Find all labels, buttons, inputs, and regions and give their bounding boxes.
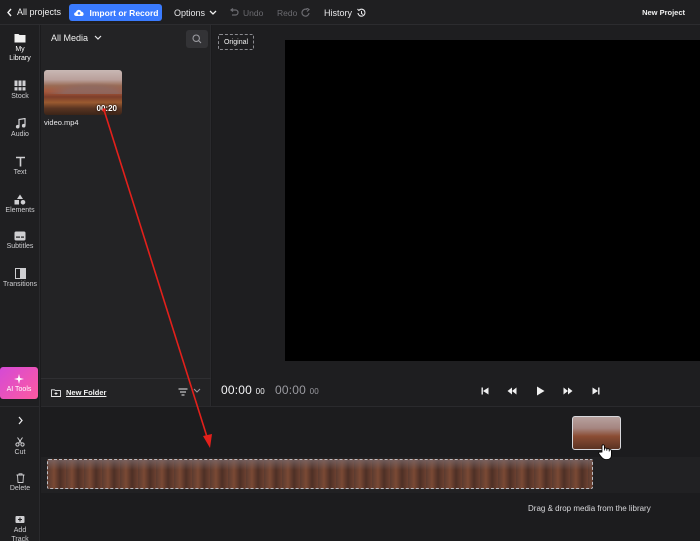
rail-item-text[interactable]: Text <box>0 156 40 176</box>
undo-button[interactable]: Undo <box>229 0 263 25</box>
top-bar: All projects Import or Record Options Un… <box>0 0 700 25</box>
current-time-frac: 00 <box>255 387 265 396</box>
rail-item-transitions[interactable]: Transitions <box>0 268 40 288</box>
rail-item-subtitles[interactable]: Subtitles <box>0 231 40 250</box>
media-duration: 00:20 <box>96 104 117 113</box>
preview-area: Original 00:00 00 00:00 00 <box>212 25 700 406</box>
chevron-left-icon <box>7 8 12 16</box>
options-menu[interactable]: Options <box>174 0 217 25</box>
rail-item-label: Stock <box>11 93 29 100</box>
history-label: History <box>324 7 353 18</box>
skip-start-icon <box>481 387 489 395</box>
search-icon <box>192 34 202 44</box>
history-icon <box>357 8 366 17</box>
rail-item-my-library[interactable]: My Library <box>0 33 40 63</box>
media-library-panel: All Media 00:20 video.mp4 New Folder <box>41 25 211 406</box>
fast-forward-button[interactable] <box>562 385 574 397</box>
redo-button[interactable]: Redo <box>277 0 311 25</box>
rail-item-stock[interactable]: Stock <box>0 80 40 100</box>
current-time: 00:00 00 <box>221 383 265 397</box>
thumbnail-image <box>44 82 122 94</box>
total-time-main: 00:00 <box>275 383 307 397</box>
stock-icon <box>14 80 26 91</box>
play-button[interactable] <box>534 385 546 397</box>
skip-to-start-button[interactable] <box>479 385 491 397</box>
import-or-record-button[interactable]: Import or Record <box>69 4 162 21</box>
shapes-icon <box>14 194 26 205</box>
all-projects-label: All projects <box>17 7 62 17</box>
skip-end-icon <box>592 387 600 395</box>
rewind-button[interactable] <box>506 385 518 397</box>
ai-tools-button[interactable]: AI Tools <box>0 367 38 399</box>
chevron-right-icon <box>18 416 23 425</box>
media-filter-label: All Media <box>51 33 89 43</box>
sparkle-icon <box>14 373 24 384</box>
total-time-frac: 00 <box>309 387 319 396</box>
play-icon <box>536 386 544 396</box>
chevron-down-icon <box>209 10 217 15</box>
trash-icon <box>16 473 24 483</box>
rail-item-label: Elements <box>5 207 35 214</box>
rail-item-label: Transitions <box>3 281 37 288</box>
music-note-icon <box>15 118 26 129</box>
media-thumbnail-video[interactable]: 00:20 <box>44 70 122 115</box>
undo-icon <box>230 8 239 16</box>
timeline-area[interactable]: Drag & drop media from the library <box>41 406 700 541</box>
folder-icon <box>14 34 26 43</box>
text-icon <box>15 156 25 167</box>
delete-label: Delete <box>9 485 31 492</box>
redo-label: Redo <box>277 7 298 18</box>
drop-placeholder-clip[interactable] <box>47 459 593 489</box>
rail-item-elements[interactable]: Elements <box>0 194 40 214</box>
options-label: Options <box>174 7 206 18</box>
cloud-upload-icon <box>73 9 84 16</box>
expand-timeline-button[interactable] <box>0 416 40 425</box>
delete-button[interactable]: Delete <box>0 473 40 492</box>
media-search-button[interactable] <box>186 30 208 48</box>
project-name[interactable]: New Project <box>642 0 685 25</box>
all-projects-button[interactable]: All projects <box>0 0 61 24</box>
current-time-main: 00:00 <box>221 383 253 397</box>
rail-item-label: Subtitles <box>6 243 34 250</box>
add-track-button[interactable]: Add Track <box>0 515 40 541</box>
total-time: 00:00 00 <box>275 383 319 397</box>
subtitles-icon <box>14 231 26 241</box>
dragged-media-thumbnail[interactable] <box>572 416 621 450</box>
new-folder-button[interactable]: New Folder <box>51 388 106 397</box>
cut-button[interactable]: Cut <box>0 437 40 456</box>
hand-cursor-icon <box>598 444 612 460</box>
rail-item-label: Audio <box>11 131 29 138</box>
undo-label: Undo <box>243 7 264 18</box>
history-button[interactable]: History <box>324 0 366 25</box>
skip-to-end-button[interactable] <box>590 385 602 397</box>
sort-chevron-down-icon[interactable] <box>193 388 201 394</box>
sort-icon[interactable] <box>178 388 188 396</box>
import-or-record-label: Import or Record <box>89 7 159 18</box>
media-filename: video.mp4 <box>44 118 79 127</box>
new-folder-label: New Folder <box>66 388 107 397</box>
rewind-icon <box>507 387 517 395</box>
media-footer: New Folder <box>41 378 211 406</box>
transition-icon <box>14 268 26 279</box>
rail-item-audio[interactable]: Audio <box>0 118 40 138</box>
add-folder-icon <box>51 388 61 397</box>
add-track-icon <box>15 516 25 523</box>
chevron-down-icon <box>94 35 102 40</box>
media-filter-dropdown[interactable]: All Media <box>51 33 102 43</box>
add-track-label: Add Track <box>11 527 29 541</box>
aspect-ratio-original-button[interactable]: Original <box>218 34 254 50</box>
rail-item-label: My Library <box>9 46 31 62</box>
drop-hint-text: Drag & drop media from the library <box>528 504 651 513</box>
cut-label: Cut <box>14 449 26 456</box>
ai-tools-label: AI Tools <box>6 385 32 393</box>
left-rail: My Library Stock Audio Text Elements Sub… <box>0 25 40 406</box>
rail-item-label: Text <box>13 169 27 176</box>
fast-forward-icon <box>563 387 573 395</box>
redo-icon <box>301 8 311 17</box>
scissors-icon <box>15 437 25 447</box>
preview-canvas[interactable] <box>285 40 700 361</box>
timeline-tool-rail: Cut Delete Add Track <box>0 406 40 541</box>
